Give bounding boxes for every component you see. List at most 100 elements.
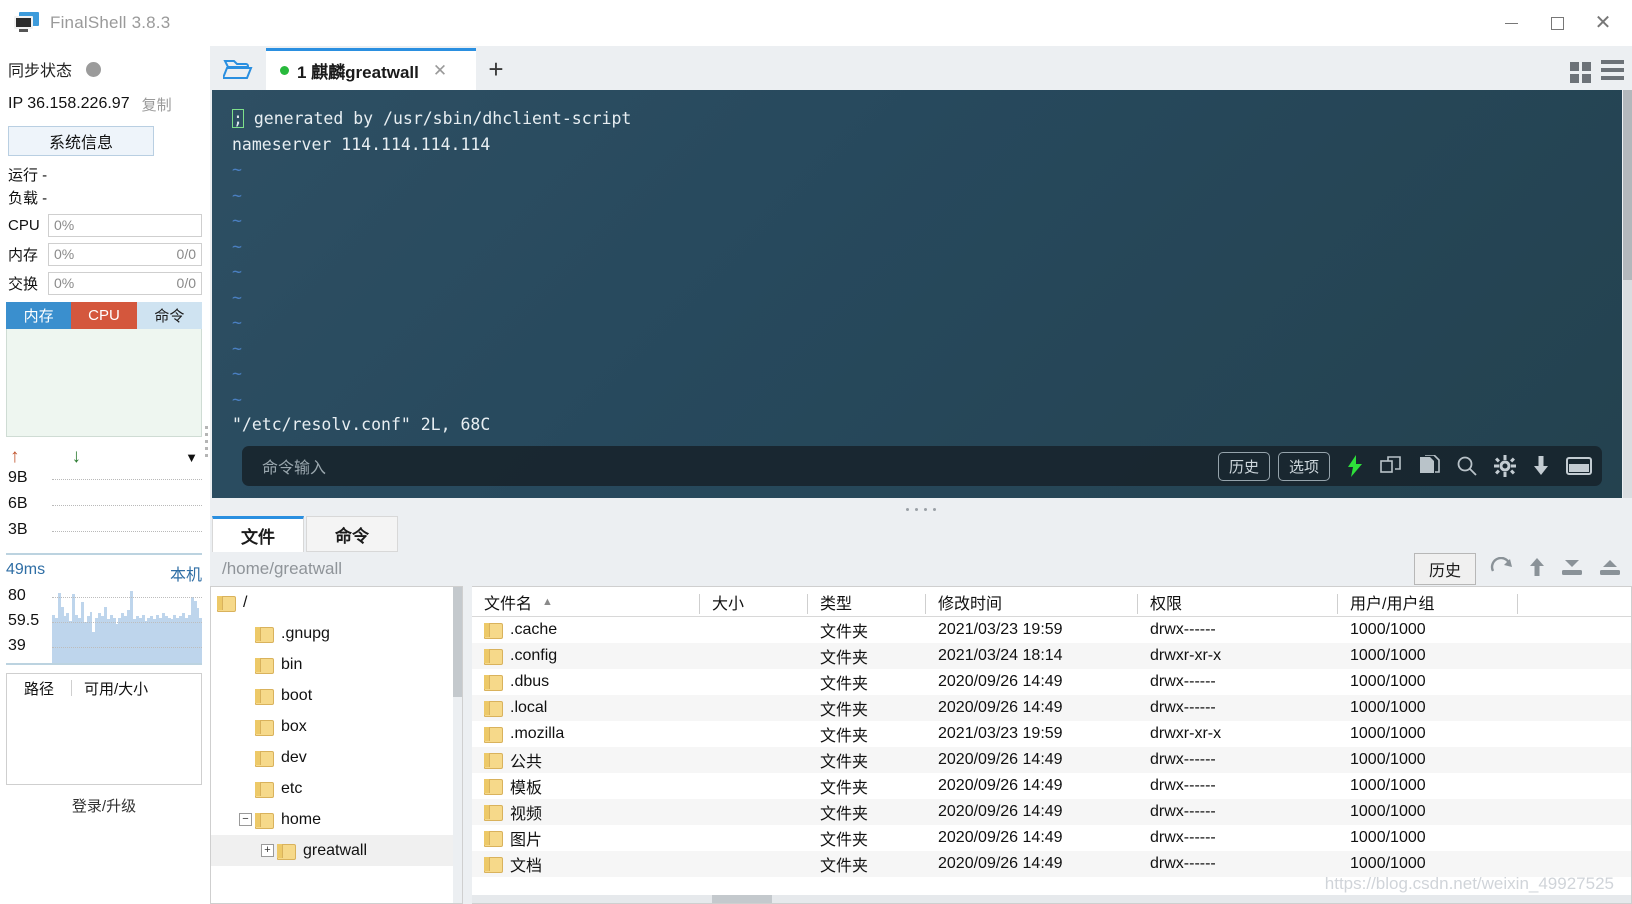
command-input[interactable]: 命令输入 [262,454,1210,478]
minimize-button[interactable] [1488,0,1534,46]
download-icon[interactable] [1560,557,1584,582]
maximize-button[interactable] [1534,0,1580,46]
terminal-tilde-10: ~ [232,389,242,409]
paste-icon[interactable] [1418,455,1440,477]
copy-icon[interactable] [1380,455,1402,477]
download-icon[interactable] [1532,455,1550,477]
cell-name: 公共 [472,748,700,772]
terminal-scrollbar[interactable] [1623,90,1632,498]
table-row[interactable]: .mozilla 文件夹 2021/03/23 19:59 drwxr-xr-x 100… [472,721,1631,747]
folder-icon [217,595,236,612]
table-row[interactable]: .dbus 文件夹 2020/09/26 14:49 drwx------ 1000/1… [472,669,1631,695]
terminal-tilde-9: ~ [232,364,242,383]
table-row[interactable]: .cache 文件夹 2021/03/23 19:59 drwx------ 1000/… [472,617,1631,643]
terminal-tab-1[interactable]: 1 麒麟greatwall ✕ [266,48,476,90]
file-name-label: .dbus [510,673,550,690]
cpu-stat-row: CPU 0% [0,212,210,238]
table-row[interactable]: 模板 文件夹 2020/09/26 14:49 drwx------ 1000/1000 [472,773,1631,799]
tree-item-home[interactable]: − home [211,804,462,835]
folder-icon [484,623,503,639]
tab-command[interactable]: 命令 [136,302,202,329]
tree-item-label: etc [281,779,303,797]
tree-item-greatwall[interactable]: + greatwall [211,835,462,866]
table-row[interactable]: .local 文件夹 2020/09/26 14:49 drwx------ 1000/… [472,695,1631,721]
net-y-label-9b: 9B [8,469,28,486]
net-y-label-6b: 6B [8,495,28,512]
tab-files[interactable]: 文件 [212,516,304,552]
command-history-button[interactable]: 历史 [1217,451,1270,481]
tree-item-dev[interactable]: dev [211,742,462,773]
new-tab-button[interactable]: + [476,48,516,90]
folder-open-icon[interactable] [210,48,266,90]
gear-icon[interactable] [1494,455,1516,477]
tree-item-boot[interactable]: boot [211,680,462,711]
table-row[interactable]: 视频 文件夹 2020/09/26 14:49 drwx------ 1000/1000 [472,799,1631,825]
tree-expander-icon[interactable]: + [261,844,274,857]
column-header-size[interactable]: 大小 [700,590,808,614]
table-row[interactable]: .config 文件夹 2021/03/24 18:14 drwxr-xr-x 1000… [472,643,1631,669]
lightning-icon[interactable] [1346,455,1364,477]
upload-icon[interactable] [1598,557,1622,582]
file-name-label: .local [510,699,548,716]
tree-expander-icon[interactable]: − [239,813,252,826]
left-sidebar: 同步状态 IP 36.158.226.97 复制 系统信息 运行 - 负载 - … [0,46,210,904]
chevron-down-icon[interactable]: ▼ [185,450,198,465]
terminal-output[interactable]: ; generated by /usr/sbin/dhclient-script… [212,90,1622,498]
close-button[interactable]: ✕ [1580,0,1626,46]
file-list[interactable]: 文件名 ▲ 大小 类型 修改时间 权限 用户/用户组 .cache 文件夹 2021… [472,586,1632,904]
column-header-name[interactable]: 文件名 ▲ [472,590,700,614]
close-tab-icon[interactable]: ✕ [433,61,447,81]
folder-icon [484,779,503,795]
tab-memory[interactable]: 内存 [6,302,72,329]
main-area: 1 麒麟greatwall ✕ + ; generated by /usr/sb… [210,46,1632,904]
command-options-button[interactable]: 选项 [1277,451,1330,481]
file-name-label: .cache [510,621,558,638]
column-header-user[interactable]: 用户/用户组 [1338,590,1518,614]
table-row[interactable]: 文档 文件夹 2020/09/26 14:49 drwx------ 1000/1000 [472,851,1631,877]
table-row[interactable]: 图片 文件夹 2020/09/26 14:49 drwx------ 1000/1000 [472,825,1631,851]
copy-ip-button[interactable]: 复制 [142,94,172,115]
folder-icon [255,719,274,736]
file-history-button[interactable]: 历史 [1413,553,1476,585]
app-logo-icon [14,11,40,34]
column-header-type[interactable]: 类型 [808,590,926,614]
sync-status-indicator-icon [86,61,102,77]
list-view-icon[interactable] [1601,60,1624,84]
window-icon[interactable] [1566,456,1592,476]
tab-commands[interactable]: 命令 [306,516,398,552]
current-path[interactable]: /home/greatwall [222,559,342,579]
connection-status-icon [280,66,289,75]
column-header-time[interactable]: 修改时间 [926,590,1138,614]
column-header-permissions[interactable]: 权限 [1138,590,1338,614]
table-row[interactable]: 公共 文件夹 2020/09/26 14:49 drwx------ 1000/1000 [472,747,1631,773]
folder-icon [255,688,274,705]
tree-scrollbar[interactable] [453,587,462,903]
directory-tree[interactable]: / .gnupg bin boot box dev etc − home + greatwall [210,586,463,904]
tab-cpu[interactable]: CPU [71,302,137,329]
latency-bar [199,617,202,663]
tree-item-bin[interactable]: bin [211,649,462,680]
file-list-hscrollbar[interactable] [472,895,1631,903]
terminal-tilde-4: ~ [232,236,242,256]
sidebar-splitter[interactable] [203,46,210,904]
latency-value: 49ms [6,561,46,578]
folder-icon [484,649,503,665]
refresh-icon[interactable] [1490,556,1514,582]
folder-icon [255,781,274,798]
folder-icon [255,657,274,674]
up-level-icon[interactable] [1528,557,1546,582]
tree-item-etc[interactable]: etc [211,773,462,804]
login-upgrade-link[interactable]: 登录/升级 [6,795,202,816]
cell-time: 2020/09/26 14:49 [938,855,1063,872]
folder-icon [484,753,503,769]
tree-item-root[interactable]: / [211,587,462,618]
cell-type: 文件夹 [820,832,869,849]
memory-stat-label: 内存 [8,246,39,264]
grid-view-icon[interactable] [1570,61,1591,83]
search-icon[interactable] [1456,455,1478,477]
system-info-button[interactable]: 系统信息 [8,126,154,156]
tree-item-dot-gnupg[interactable]: .gnupg [211,618,462,649]
ip-address-label: IP 36.158.226.97 [8,95,130,112]
tree-item-box[interactable]: box [211,711,462,742]
sync-status-row: 同步状态 [0,52,210,86]
